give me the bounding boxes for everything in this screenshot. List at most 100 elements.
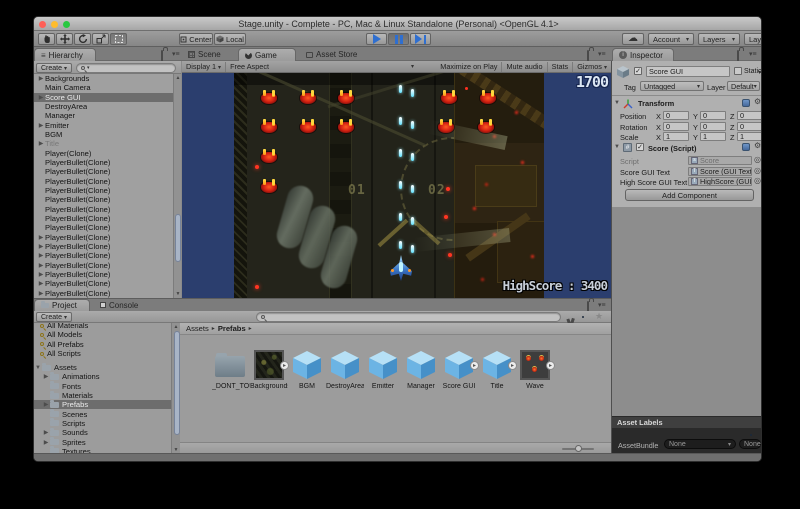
foldout-icon[interactable]: ▶	[42, 373, 50, 380]
foldout-icon[interactable]: ▶	[37, 290, 45, 297]
foldout-icon[interactable]: ▶	[37, 243, 45, 250]
hierarchy-item[interactable]: Player(Clone)	[34, 149, 173, 158]
hierarchy-item[interactable]: ▶PlayerBullet(Clone)	[34, 270, 173, 279]
foldout-icon[interactable]: ▶	[37, 280, 45, 287]
pivot-center-button[interactable]: Center	[179, 33, 213, 45]
minimize-traffic-light[interactable]	[51, 21, 58, 28]
cloud-services-button[interactable]: ☁	[622, 33, 644, 45]
position-x-field[interactable]: 0	[663, 111, 689, 120]
tab-console[interactable]: Console	[94, 299, 150, 311]
hierarchy-item[interactable]: ▶Emitter	[34, 121, 173, 130]
scale-x-field[interactable]: 1	[663, 132, 689, 141]
rotation-z-field[interactable]: 0	[737, 122, 762, 131]
step-button[interactable]	[410, 33, 431, 45]
assetbundle-variant-dropdown[interactable]: None	[739, 439, 761, 449]
gizmos-dropdown[interactable]: Gizmos ▾	[577, 62, 607, 71]
pivot-local-button[interactable]: Local	[214, 33, 246, 45]
add-component-button[interactable]: Add Component	[625, 189, 754, 201]
project-tree-item[interactable]: ▶Animations	[34, 372, 171, 381]
inspector-menu-icon[interactable]: ▾≡	[749, 51, 757, 58]
script-component-title[interactable]: Score (Script)	[648, 144, 696, 153]
script-help-icon[interactable]	[742, 143, 750, 151]
hierarchy-item[interactable]: ▶PlayerBullet(Clone)	[34, 233, 173, 242]
hierarchy-item[interactable]: ▶PlayerBullet(Clone)	[34, 279, 173, 288]
transform-gear-icon[interactable]: ⚙	[754, 98, 761, 106]
hierarchy-item[interactable]: ▶Score GUI	[34, 93, 173, 102]
script-foldout-icon[interactable]: ▼	[613, 144, 621, 150]
hierarchy-item[interactable]: ▶PlayerBullet(Clone)	[34, 242, 173, 251]
hierarchy-item[interactable]: BGM	[34, 130, 173, 139]
project-create-button[interactable]: Create▾	[36, 312, 72, 322]
play-button[interactable]	[366, 33, 387, 45]
project-tree-item[interactable]: ▶Sprites	[34, 437, 171, 446]
script-gear-icon[interactable]: ⚙	[754, 142, 761, 150]
foldout-icon[interactable]: ▶	[37, 94, 45, 101]
tab-game[interactable]: Game	[238, 48, 296, 61]
hierarchy-item[interactable]: PlayerBullet(Clone)	[34, 195, 173, 204]
scale-z-field[interactable]: 1	[737, 132, 762, 141]
hierarchy-item[interactable]: ▶PlayerBullet(Clone)	[34, 289, 173, 298]
prefab-expand-badge[interactable]: ▸	[508, 361, 517, 370]
object-picker-icon[interactable]: ◎	[754, 177, 761, 185]
game-viewport[interactable]: 0102 1700 HighScore : 3400	[182, 73, 611, 298]
hierarchy-item[interactable]: Manager	[34, 111, 173, 120]
prefab-expand-badge[interactable]: ▸	[280, 361, 289, 370]
rotate-tool-button[interactable]	[74, 33, 91, 45]
close-traffic-light[interactable]	[39, 21, 46, 28]
foldout-icon[interactable]: ▶	[37, 234, 45, 241]
foldout-icon[interactable]: ▶	[37, 262, 45, 269]
prefab-expand-badge[interactable]: ▸	[546, 361, 555, 370]
hierarchy-item[interactable]: PlayerBullet(Clone)	[34, 223, 173, 232]
hierarchy-menu-icon[interactable]: ▾≡	[172, 51, 180, 58]
tab-asset-store[interactable]: Asset Store	[300, 48, 372, 61]
tab-hierarchy[interactable]: ≡ Hierarchy	[34, 48, 96, 61]
project-tree-item[interactable]: Fonts	[34, 382, 171, 391]
hierarchy-item[interactable]: Main Camera	[34, 83, 173, 92]
tab-project[interactable]: Project	[34, 299, 90, 311]
layer-dropdown[interactable]: Default▾	[727, 81, 760, 91]
foldout-icon[interactable]: ▶	[37, 75, 45, 82]
title-bar[interactable]: Stage.unity - Complete - PC, Mac & Linux…	[34, 17, 762, 31]
gameobject-name-field[interactable]: Score GUI	[646, 66, 730, 77]
foldout-icon[interactable]: ▶	[37, 140, 45, 147]
prefab-expand-badge[interactable]: ▸	[470, 361, 479, 370]
icon-size-slider[interactable]	[562, 448, 594, 450]
object-picker-icon[interactable]: ◎	[754, 156, 761, 164]
project-tree-item[interactable]: Scenes	[34, 410, 171, 419]
assetbundle-dropdown[interactable]: None▾	[664, 439, 736, 449]
project-tree-scrollbar[interactable]: ▲ ▼	[171, 323, 180, 454]
foldout-icon[interactable]: ▶	[42, 401, 50, 408]
hierarchy-item[interactable]: PlayerBullet(Clone)	[34, 186, 173, 195]
project-tree-item[interactable]: ▶Prefabs	[34, 400, 171, 409]
foldout-icon[interactable]: ▶	[42, 439, 50, 446]
project-tree-item[interactable]: ▼Assets	[34, 363, 171, 372]
display-dropdown[interactable]: Display 1 ▾	[186, 62, 221, 71]
breadcrumb-root[interactable]: Assets	[186, 324, 209, 333]
search-favorites-star-icon[interactable]: ★	[595, 311, 603, 322]
breadcrumb-current[interactable]: Prefabs	[218, 324, 246, 333]
scale-tool-button[interactable]	[92, 33, 109, 45]
foldout-icon[interactable]: ▼	[34, 365, 42, 371]
project-tree-item[interactable]: All Models	[34, 330, 171, 339]
layers-dropdown[interactable]: Layers▾	[698, 33, 740, 45]
stats-button[interactable]: Stats	[552, 62, 569, 71]
account-dropdown[interactable]: Account▾	[648, 33, 694, 45]
foldout-icon[interactable]: ▶	[37, 122, 45, 129]
static-chevron-icon[interactable]: ▾	[758, 69, 761, 76]
project-tree-item[interactable]: All Prefabs	[34, 340, 171, 349]
transform-title[interactable]: Transform	[638, 99, 674, 108]
rotation-x-field[interactable]: 0	[663, 122, 689, 131]
asset-labels-header[interactable]: Asset Labels	[612, 416, 762, 428]
object-reference-field[interactable]: TScore (GUI Text)	[688, 167, 752, 176]
hierarchy-item[interactable]: ▶Backgrounds	[34, 74, 173, 83]
foldout-icon[interactable]: ▶	[42, 429, 50, 436]
game-menu-icon[interactable]: ▾≡	[598, 51, 606, 58]
search-by-type-icon[interactable]	[566, 313, 576, 322]
hierarchy-item[interactable]: ▶PlayerBullet(Clone)	[34, 261, 173, 270]
pause-button[interactable]	[388, 33, 409, 45]
object-reference-field[interactable]: THighScore (GUI Tex	[688, 177, 752, 186]
layout-dropdown[interactable]: Layout▾	[744, 33, 762, 45]
transform-help-icon[interactable]	[742, 99, 750, 107]
project-tree-item[interactable]: All Materials	[34, 323, 171, 330]
static-checkbox[interactable]	[734, 67, 742, 75]
